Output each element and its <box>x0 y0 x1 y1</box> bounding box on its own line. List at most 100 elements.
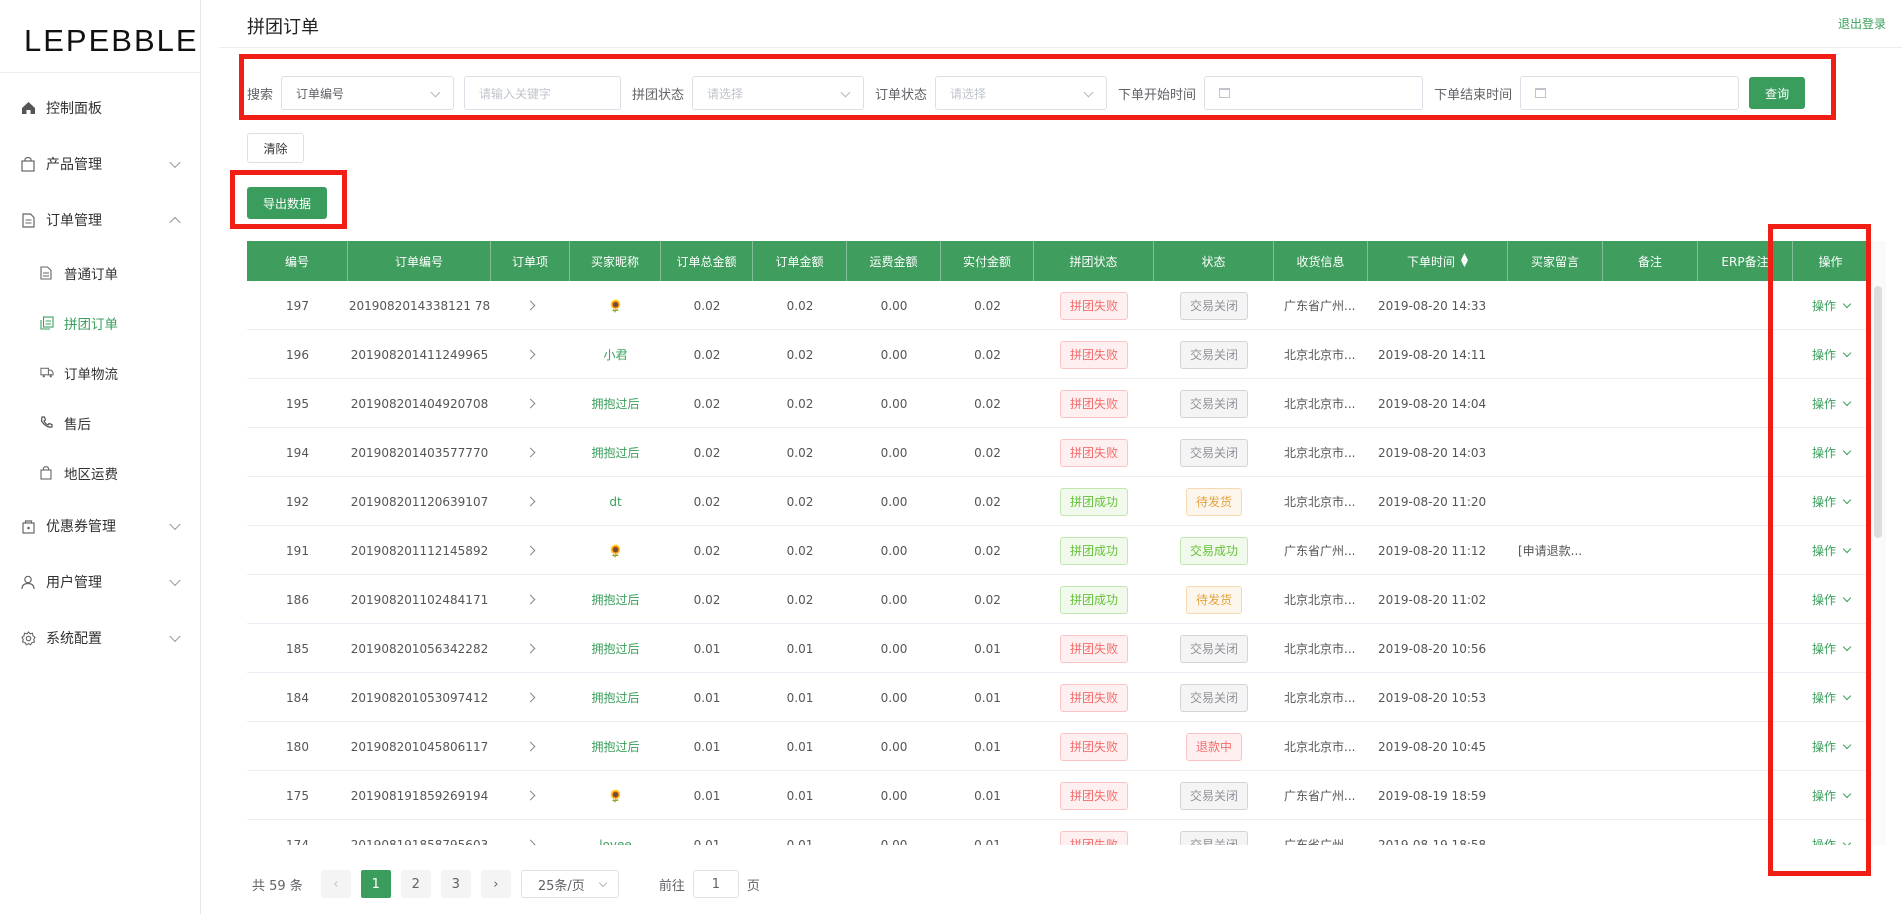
chevron-right-icon[interactable] <box>525 545 536 556</box>
clear-button[interactable]: 清除 <box>247 133 304 163</box>
order-amount: 0.02 <box>786 494 814 509</box>
chevron-right-icon[interactable] <box>525 496 536 507</box>
action-dropdown[interactable]: 操作 <box>1812 787 1852 804</box>
action-dropdown[interactable]: 操作 <box>1812 542 1852 559</box>
chevron-right-icon[interactable] <box>525 300 536 311</box>
action-cell: 操作 <box>1793 575 1869 624</box>
query-button[interactable]: 查询 <box>1749 77 1806 109</box>
buyer-nickname[interactable]: dt <box>570 477 661 526</box>
chevron-right-icon[interactable] <box>525 790 536 801</box>
column-header[interactable]: 下单时间 ▲ ▼ <box>1368 241 1508 281</box>
sidebar-item-users[interactable]: 用户管理 <box>0 554 201 610</box>
expand-cell[interactable] <box>491 673 570 722</box>
table-scrollbar[interactable] <box>1874 286 1882 538</box>
shipping-address: 北京北京市... <box>1284 642 1356 656</box>
erp-remark-cell <box>1698 428 1793 477</box>
keyword-input[interactable]: 请输入关键字 <box>464 76 622 110</box>
phone-icon <box>40 416 54 430</box>
sidebar-item-products[interactable]: 产品管理 <box>0 136 201 192</box>
expand-cell[interactable] <box>491 428 570 477</box>
sidebar-item-settings[interactable]: 系统配置 <box>0 610 201 666</box>
sidebar-item-dashboard[interactable]: 控制面板 <box>0 80 201 136</box>
buyer-nickname[interactable]: 拥抱过后 <box>570 575 661 624</box>
action-label: 操作 <box>1811 348 1836 362</box>
buyer-nickname[interactable]: lovee <box>570 820 661 846</box>
goto-page-input[interactable]: 1 <box>692 870 739 898</box>
sidebar-item-group-orders[interactable]: 拼团订单 <box>0 298 201 348</box>
buyer-nickname[interactable]: 拥抱过后 <box>570 624 661 673</box>
page-2-button[interactable]: 2 <box>400 870 431 898</box>
export-button[interactable]: 导出数据 <box>247 187 327 219</box>
buyer-nickname[interactable]: 🌻 <box>570 526 661 575</box>
action-dropdown[interactable]: 操作 <box>1811 395 1852 412</box>
expand-cell[interactable] <box>491 722 570 771</box>
expand-cell[interactable] <box>491 526 570 575</box>
sort-icon[interactable]: ▲ ▼ <box>1461 253 1468 269</box>
column-header: 拼团状态 <box>1034 241 1154 281</box>
sidebar-item-logistics[interactable]: 订单物流 <box>0 348 201 398</box>
action-dropdown[interactable]: 操作 <box>1812 689 1852 706</box>
expand-cell[interactable] <box>491 330 570 379</box>
expand-cell[interactable] <box>491 624 570 673</box>
chevron-down-icon <box>1842 642 1852 651</box>
action-cell: 操作 <box>1793 281 1869 330</box>
expand-cell[interactable] <box>491 379 570 428</box>
chevron-right-icon[interactable] <box>525 349 536 360</box>
buyer-nickname[interactable]: 拥抱过后 <box>570 379 661 428</box>
action-dropdown[interactable]: 操作 <box>1812 444 1852 461</box>
next-page-button[interactable]: › <box>480 870 511 898</box>
column-header-label: 订单编号 <box>394 254 443 269</box>
start-time-picker[interactable] <box>1204 76 1424 110</box>
order-time: 2019-08-20 11:02 <box>1378 592 1487 607</box>
order-status-select[interactable]: 请选择 <box>935 76 1108 110</box>
action-cell: 操作 <box>1793 722 1869 771</box>
buyer-nickname[interactable]: 小君 <box>570 330 661 379</box>
sidebar-item-region-freight[interactable]: 地区运费 <box>0 448 201 498</box>
chevron-right-icon[interactable] <box>525 839 536 845</box>
sidebar-item-orders[interactable]: 订单管理 <box>0 192 201 248</box>
order-number: 201908201404920708 <box>350 396 489 411</box>
action-dropdown[interactable]: 操作 <box>1812 493 1852 510</box>
sidebar-item-coupons[interactable]: 优惠券管理 <box>0 498 201 554</box>
chevron-right-icon[interactable] <box>525 692 536 703</box>
action-dropdown[interactable]: 操作 <box>1812 738 1852 755</box>
buyer-nickname[interactable]: 拥抱过后 <box>570 722 661 771</box>
expand-cell[interactable] <box>491 281 570 330</box>
expand-cell[interactable] <box>491 771 570 820</box>
chevron-right-icon[interactable] <box>525 594 536 605</box>
action-dropdown[interactable]: 操作 <box>1812 297 1852 314</box>
chevron-right-icon[interactable] <box>525 447 536 458</box>
expand-cell[interactable] <box>491 820 570 845</box>
logout-link[interactable]: 退出登录 <box>1838 15 1886 32</box>
expand-cell[interactable] <box>491 575 570 624</box>
buyer-nickname[interactable]: 🌻 <box>570 771 661 820</box>
action-dropdown[interactable]: 操作 <box>1811 346 1852 363</box>
action-dropdown[interactable]: 操作 <box>1812 640 1852 657</box>
page-size-select[interactable]: 25条/页 <box>520 870 619 898</box>
action-dropdown[interactable]: 操作 <box>1812 591 1852 608</box>
expand-cell[interactable] <box>491 477 570 526</box>
group-status-badge: 拼团失败 <box>1059 438 1128 467</box>
chevron-right-icon[interactable] <box>525 741 536 752</box>
buyer-nickname[interactable]: 拥抱过后 <box>570 673 661 722</box>
column-header-label: 运费金额 <box>869 254 918 269</box>
buyer-nickname[interactable]: 拥抱过后 <box>570 428 661 477</box>
buyer-nickname[interactable]: 🌻 <box>570 281 661 330</box>
prev-page-button[interactable]: ‹ <box>320 870 351 898</box>
group-status-select[interactable]: 请选择 <box>692 76 865 110</box>
order-number: 2019082014338121 78 <box>348 298 491 313</box>
remark-cell <box>1603 281 1698 330</box>
search-field-select[interactable]: 订单编号 <box>281 76 455 110</box>
paid-amount: 0.02 <box>974 592 1001 607</box>
sidebar-item-after-sales[interactable]: 售后 <box>0 398 201 448</box>
end-time-picker[interactable] <box>1520 76 1740 110</box>
action-dropdown[interactable]: 操作 <box>1812 836 1852 845</box>
page-1-button[interactable]: 1 <box>360 870 391 898</box>
status-cell: 待发货 <box>1154 575 1274 624</box>
action-label: 操作 <box>1811 397 1836 411</box>
page-3-button[interactable]: 3 <box>440 870 471 898</box>
chevron-right-icon[interactable] <box>525 643 536 654</box>
order-total: 0.01 <box>693 788 721 803</box>
sidebar-item-normal-orders[interactable]: 普通订单 <box>0 248 201 298</box>
chevron-right-icon[interactable] <box>525 398 536 409</box>
